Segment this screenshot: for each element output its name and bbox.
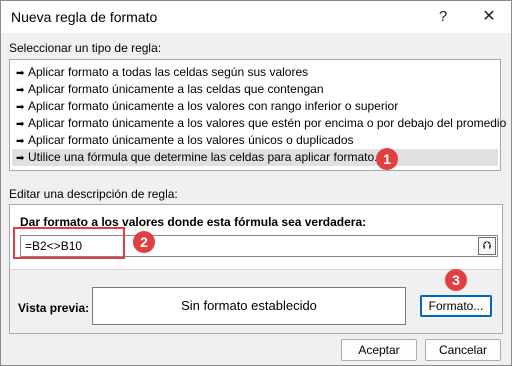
rule-type-item-label: Aplicar formato únicamente a los valores…	[28, 116, 507, 130]
arrow-right-icon: ➡	[16, 85, 25, 96]
arrow-right-icon: ➡	[16, 119, 25, 130]
callout-badge-3: 3	[445, 269, 467, 291]
preview-label: Vista previa:	[18, 301, 90, 315]
description-label: Editar una descripción de regla:	[9, 187, 178, 201]
rule-type-item-label: Aplicar formato a todas las celdas según…	[28, 65, 309, 79]
title-bar: Nueva regla de formato ? ✕	[1, 1, 511, 33]
dialog-title: Nueva regla de formato	[11, 9, 158, 25]
arrow-right-icon: ➡	[16, 136, 25, 147]
close-icon[interactable]: ✕	[467, 1, 511, 33]
rule-type-list[interactable]: ➡ Aplicar formato a todas las celdas segú…	[9, 59, 506, 171]
collapse-dialog-icon[interactable]: ⮉	[478, 237, 496, 255]
arrow-right-icon: ➡	[16, 68, 25, 79]
rule-type-item[interactable]: ➡ Aplicar formato únicamente a los valore…	[12, 132, 498, 149]
rule-type-label: Seleccionar un tipo de regla:	[9, 41, 162, 55]
preview-box: Sin formato establecido	[92, 287, 406, 325]
rule-type-item[interactable]: ➡ Aplicar formato a todas las celdas segú…	[12, 64, 498, 81]
rule-type-item-label: Aplicar formato únicamente a los valores…	[28, 99, 399, 113]
rule-type-item[interactable]: ➡ Aplicar formato únicamente a los valore…	[12, 115, 506, 132]
format-button[interactable]: Formato...	[420, 295, 492, 317]
callout-badge-2: 2	[133, 231, 155, 253]
rule-type-item-label: Utilice una fórmula que determine las ce…	[28, 150, 378, 164]
rule-type-item-selected[interactable]: ➡ Utilice una fórmula que determine las c…	[12, 149, 498, 166]
dialog-window: Nueva regla de formato ? ✕ Seleccionar u…	[0, 0, 512, 366]
arrow-right-icon: ➡	[16, 153, 25, 164]
accept-button[interactable]: Aceptar	[341, 339, 417, 361]
rule-type-item-label: Aplicar formato únicamente a las celdas …	[28, 82, 324, 96]
rule-type-item-label: Aplicar formato únicamente a los valores…	[28, 133, 354, 147]
cancel-button[interactable]: Cancelar	[425, 339, 501, 361]
callout-badge-1: 1	[376, 148, 398, 170]
help-button[interactable]: ?	[421, 1, 465, 33]
arrow-right-icon: ➡	[16, 102, 25, 113]
rule-type-item[interactable]: ➡ Aplicar formato únicamente a las celdas…	[12, 81, 498, 98]
description-panel: Dar formato a los valores donde esta fór…	[9, 204, 503, 334]
rule-type-item[interactable]: ➡ Aplicar formato únicamente a los valore…	[12, 98, 498, 115]
formula-highlight-box	[13, 227, 125, 259]
